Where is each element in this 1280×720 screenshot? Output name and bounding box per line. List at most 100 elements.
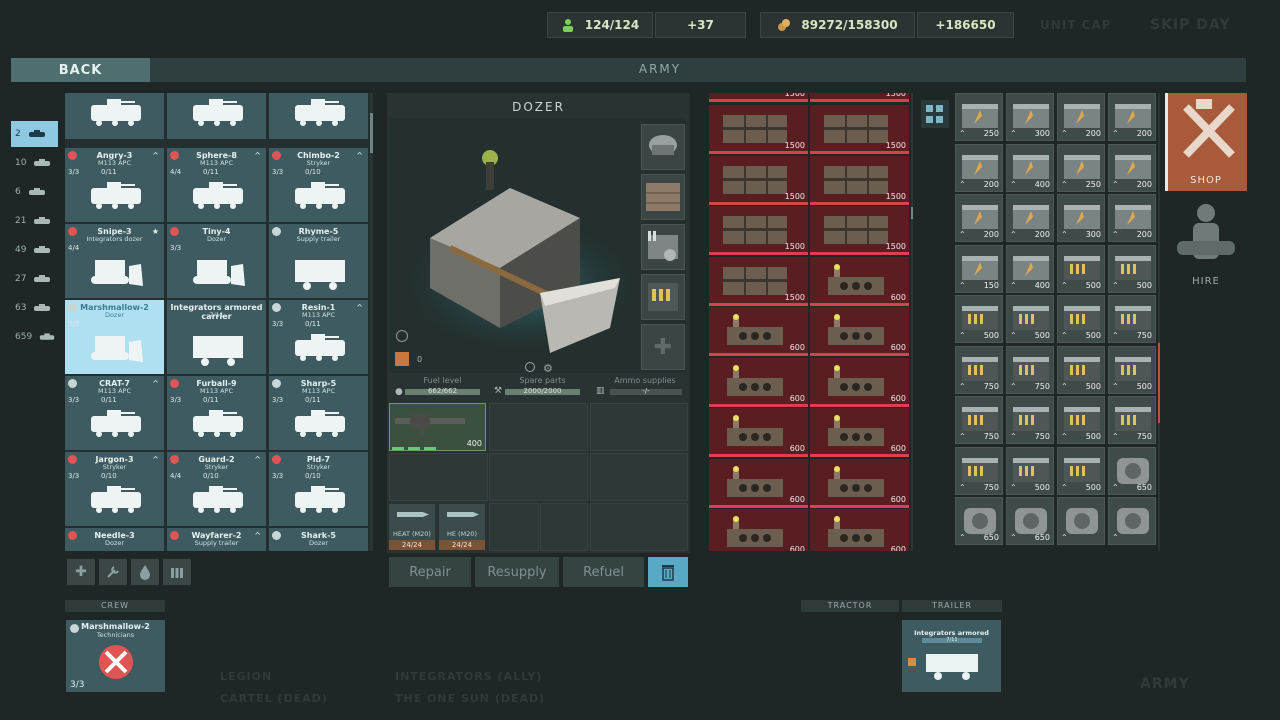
category-tab-truck[interactable]: 49	[11, 237, 58, 263]
inventory-slot[interactable]	[489, 503, 539, 551]
supply-item[interactable]: 1500	[810, 105, 909, 154]
shop-item[interactable]: ⌃ 250	[955, 93, 1003, 141]
category-tab-jeep[interactable]: 27	[11, 266, 58, 292]
shop-item[interactable]: ⌃ 750	[1006, 396, 1054, 444]
equipment-slot-2[interactable]	[641, 174, 685, 220]
ammo-slot-he[interactable]: HE (M20) 24/24	[439, 504, 485, 550]
shop-item[interactable]: ⌃ 650	[1006, 497, 1054, 545]
repair-button[interactable]: Repair	[389, 557, 471, 587]
category-tab-soldier[interactable]: 659	[11, 324, 58, 350]
shop-item[interactable]: ⌃ 750	[955, 345, 1003, 394]
supply-item[interactable]: 1500	[810, 155, 909, 205]
shop-item[interactable]: ⌃ 200	[1108, 93, 1156, 141]
shop-item[interactable]: ⌃ 200	[955, 194, 1003, 242]
add-unit-button[interactable]: ✚	[67, 559, 95, 585]
shop-item[interactable]: ⌃ 250	[1057, 143, 1105, 192]
unit-card[interactable]: Rhyme-5 Supply trailer	[269, 224, 368, 298]
shop-item[interactable]: ⌃ 500	[1057, 244, 1105, 293]
shop-item[interactable]: ⌃ 500	[955, 295, 1003, 343]
category-tab-heavy-tank[interactable]: 21	[11, 208, 58, 234]
shop-item[interactable]: ⌃ 300	[1006, 93, 1054, 141]
unit-cap-button[interactable]: UNIT CAP	[1040, 18, 1112, 32]
shop-item[interactable]: ⌃ 200	[955, 143, 1003, 192]
wrench-icon[interactable]	[99, 559, 127, 585]
supply-item[interactable]: 600	[709, 357, 808, 407]
shop-item[interactable]: ⌃ 500	[1006, 295, 1054, 343]
army-ghost-button[interactable]: ARMY	[1140, 676, 1190, 692]
shop-item[interactable]: ⌃ 650	[1108, 446, 1156, 495]
shop-item[interactable]: ⌃ 500	[1108, 345, 1156, 394]
unit-card[interactable]: Tiny-4 Dozer 3/3	[167, 224, 266, 298]
add-slot-button[interactable]: ✚	[641, 324, 685, 370]
unit-card[interactable]: Marshmallow-2 Dozer 3/3	[65, 300, 164, 374]
shop-scrollbar[interactable]	[1158, 93, 1160, 551]
supply-item[interactable]: 600	[810, 458, 909, 508]
supply-item[interactable]: 1500	[709, 206, 808, 255]
shop-item[interactable]: ⌃ 650	[955, 497, 1003, 545]
supply-scrollbar[interactable]	[911, 93, 913, 551]
unit-card[interactable]: Chimbo-2 Stryker ^ 3/3 0/10	[269, 148, 368, 222]
unit-grid[interactable]: 4/40/73/34/40/11Angry-3M113 APC^3/30/11S…	[65, 93, 370, 551]
inventory-slot[interactable]	[590, 503, 688, 551]
unit-card[interactable]: Jargon-3 Stryker ^ 3/3 0/10	[65, 452, 164, 526]
gear-icon[interactable]: ⚙	[543, 362, 553, 375]
category-tab-carrier[interactable]: 63	[11, 295, 58, 321]
shop-item[interactable]: ⌃ 500	[1057, 396, 1105, 444]
inventory-slot[interactable]	[540, 503, 588, 551]
shop-item[interactable]: ⌃ 750	[1108, 396, 1156, 444]
shop-item[interactable]: ⌃ 400	[1006, 143, 1054, 192]
inventory-slot[interactable]	[489, 453, 588, 501]
info-icon[interactable]	[396, 330, 408, 342]
shop-grid[interactable]: ⌃ 250 ⌃ 300 ⌃ 200 ⌃ 200 ⌃ 200 ⌃ 400 ⌃ 250 ⌃ 200 ⌃ 200 ⌃ 200…	[955, 93, 1158, 551]
supply-item[interactable]: 600	[810, 509, 909, 551]
resupply-button[interactable]: Resupply	[475, 557, 559, 587]
unit-card[interactable]: Angry-3 M113 APC ^ 3/3 0/11	[65, 148, 164, 222]
shop-item[interactable]: ⌃ 500	[1057, 295, 1105, 343]
shop-item[interactable]: ⌃ 750	[1006, 345, 1054, 394]
category-tab-apc[interactable]: 6	[11, 179, 58, 205]
supply-item[interactable]: 1500	[810, 93, 909, 102]
supply-item[interactable]: 1500	[709, 93, 808, 102]
crew-card[interactable]: Marshmallow-2 Technicians 3/3	[66, 620, 165, 692]
unit-card[interactable]: Pid-7 Stryker 3/3 0/10	[269, 452, 368, 526]
shop-item[interactable]: ⌃ 300	[1057, 194, 1105, 242]
shop-item[interactable]: ⌃ 150	[955, 244, 1003, 293]
category-tab-tank[interactable]: 10	[11, 150, 58, 176]
supply-item[interactable]: 600	[810, 357, 909, 407]
skip-day-button[interactable]: SKIP DAY	[1150, 17, 1231, 33]
supply-grid[interactable]: 1500 1500 1500 1500 1500 1500 1500 1500 1500 600 6…	[709, 93, 911, 551]
target-icon[interactable]	[525, 362, 535, 372]
trailer-card[interactable]: Integrators armored carrier 7/11	[902, 620, 1001, 692]
refuel-button[interactable]: Refuel	[563, 557, 644, 587]
back-button[interactable]: BACK	[11, 58, 150, 82]
unit-card[interactable]: Sphere-8 M113 APC ^ 4/4 0/11	[167, 148, 266, 222]
inventory-slot[interactable]	[389, 453, 488, 501]
shop-item[interactable]: ⌃ 200	[1108, 143, 1156, 192]
shop-item[interactable]: ⌃ 500	[1006, 446, 1054, 495]
shop-item[interactable]: ⌃ 500	[1057, 446, 1105, 495]
unit-card[interactable]: Wayfarer-2 Supply trailer ^	[167, 528, 266, 551]
unit-card[interactable]: Needle-3 Dozer	[65, 528, 164, 551]
category-tab-helicopter[interactable]: 2	[11, 121, 58, 147]
supply-item[interactable]: 600	[709, 307, 808, 356]
shop-item[interactable]: ⌃ 200	[1108, 194, 1156, 242]
unit-scrollbar[interactable]	[370, 93, 373, 551]
supply-item[interactable]: 1500	[709, 105, 808, 154]
supply-item[interactable]: 1500	[709, 155, 808, 205]
shop-item[interactable]: ⌃ 400	[1006, 244, 1054, 293]
unit-card[interactable]: Guard-2 Stryker ^ 4/4 0/10	[167, 452, 266, 526]
shop-item[interactable]: ⌃ 500	[1057, 345, 1105, 394]
equipment-slot-3[interactable]	[641, 224, 685, 270]
supply-item[interactable]: 600	[709, 458, 808, 508]
inventory-slot[interactable]	[590, 453, 688, 501]
shop-item[interactable]: ⌃	[1108, 497, 1156, 545]
unit-card[interactable]: Furball-9 M113 APC 3/3 0/11	[167, 376, 266, 450]
inventory-slot[interactable]	[590, 403, 688, 451]
inventory-slot[interactable]	[489, 403, 588, 451]
equipment-slot-4[interactable]	[641, 274, 685, 320]
unit-card[interactable]: Sharp-5 M113 APC 3/3 0/11	[269, 376, 368, 450]
supply-item[interactable]: 600	[810, 408, 909, 457]
supply-item[interactable]: 1500	[709, 256, 808, 306]
ammo-slot-heat[interactable]: HEAT (M20) 24/24	[389, 504, 435, 550]
unit-card[interactable]: Shark-5 Dozer	[269, 528, 368, 551]
